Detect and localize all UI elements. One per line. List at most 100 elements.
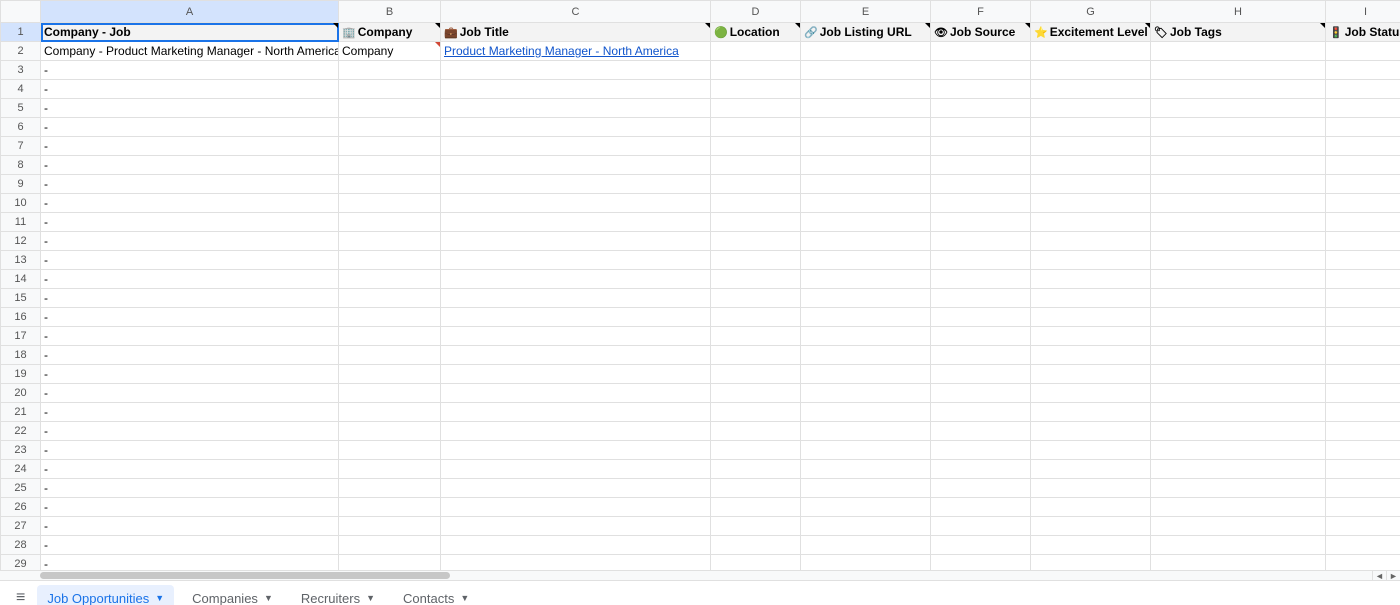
cell-I13[interactable] (1326, 251, 1400, 270)
col-header-F[interactable]: F (931, 1, 1031, 23)
cell-I22[interactable] (1326, 422, 1400, 441)
all-sheets-menu-icon[interactable]: ≡ (8, 585, 33, 605)
col-header-B[interactable]: B (339, 1, 441, 23)
cell-A20[interactable]: - (41, 384, 339, 403)
cell-I10[interactable] (1326, 194, 1400, 213)
cell-E13[interactable] (801, 251, 931, 270)
cell-B4[interactable] (339, 80, 441, 99)
cell-F7[interactable] (931, 137, 1031, 156)
cell-I24[interactable] (1326, 460, 1400, 479)
cell-H22[interactable] (1151, 422, 1326, 441)
cell-I5[interactable] (1326, 99, 1400, 118)
cell-F24[interactable] (931, 460, 1031, 479)
scrollbar-thumb[interactable] (40, 572, 450, 579)
cell-C17[interactable] (441, 327, 711, 346)
cell-F5[interactable] (931, 99, 1031, 118)
cell-H8[interactable] (1151, 156, 1326, 175)
cell-D10[interactable] (711, 194, 801, 213)
cell-G20[interactable] (1031, 384, 1151, 403)
cell-A26[interactable]: - (41, 498, 339, 517)
cell-D25[interactable] (711, 479, 801, 498)
cell-F1[interactable]: 👁Job Source (931, 23, 1031, 42)
cell-D3[interactable] (711, 61, 801, 80)
cell-E4[interactable] (801, 80, 931, 99)
row-header-16[interactable]: 16 (1, 308, 41, 327)
row-header-27[interactable]: 27 (1, 517, 41, 536)
cell-A23[interactable]: - (41, 441, 339, 460)
cell-H21[interactable] (1151, 403, 1326, 422)
cell-A7[interactable]: - (41, 137, 339, 156)
cell-D15[interactable] (711, 289, 801, 308)
cell-F16[interactable] (931, 308, 1031, 327)
cell-G11[interactable] (1031, 213, 1151, 232)
cell-D21[interactable] (711, 403, 801, 422)
cell-B9[interactable] (339, 175, 441, 194)
cell-D1[interactable]: 🟢Location (711, 23, 801, 42)
cell-C26[interactable] (441, 498, 711, 517)
cell-D18[interactable] (711, 346, 801, 365)
scroll-left-icon[interactable]: ◄ (1372, 571, 1386, 581)
cell-G29[interactable] (1031, 555, 1151, 571)
chevron-down-icon[interactable]: ▼ (366, 593, 375, 603)
cell-G14[interactable] (1031, 270, 1151, 289)
cell-H10[interactable] (1151, 194, 1326, 213)
cell-G21[interactable] (1031, 403, 1151, 422)
cell-F13[interactable] (931, 251, 1031, 270)
cell-A17[interactable]: - (41, 327, 339, 346)
cell-I19[interactable] (1326, 365, 1400, 384)
cell-F6[interactable] (931, 118, 1031, 137)
cell-G18[interactable] (1031, 346, 1151, 365)
cell-G9[interactable] (1031, 175, 1151, 194)
row-header-6[interactable]: 6 (1, 118, 41, 137)
cell-E10[interactable] (801, 194, 931, 213)
cell-C3[interactable] (441, 61, 711, 80)
cell-A19[interactable]: - (41, 365, 339, 384)
cell-E16[interactable] (801, 308, 931, 327)
cell-E11[interactable] (801, 213, 931, 232)
cell-F19[interactable] (931, 365, 1031, 384)
cell-E2[interactable] (801, 42, 931, 61)
cell-E25[interactable] (801, 479, 931, 498)
scroll-right-icon[interactable]: ► (1386, 571, 1400, 581)
cell-A27[interactable]: - (41, 517, 339, 536)
cell-B2[interactable]: Company (339, 42, 441, 61)
cell-I27[interactable] (1326, 517, 1400, 536)
cell-H14[interactable] (1151, 270, 1326, 289)
cell-A14[interactable]: - (41, 270, 339, 289)
row-header-4[interactable]: 4 (1, 80, 41, 99)
col-header-C[interactable]: C (441, 1, 711, 23)
sheet-tab-companies[interactable]: Companies▼ (182, 585, 283, 605)
cell-H15[interactable] (1151, 289, 1326, 308)
cell-E5[interactable] (801, 99, 931, 118)
cell-F9[interactable] (931, 175, 1031, 194)
row-header-18[interactable]: 18 (1, 346, 41, 365)
cell-G24[interactable] (1031, 460, 1151, 479)
cell-H7[interactable] (1151, 137, 1326, 156)
col-header-G[interactable]: G (1031, 1, 1151, 23)
cell-A2[interactable]: Company - Product Marketing Manager - No… (41, 42, 339, 61)
cell-A13[interactable]: - (41, 251, 339, 270)
cell-H25[interactable] (1151, 479, 1326, 498)
cell-G8[interactable] (1031, 156, 1151, 175)
cell-C16[interactable] (441, 308, 711, 327)
row-header-28[interactable]: 28 (1, 536, 41, 555)
cell-F17[interactable] (931, 327, 1031, 346)
row-header-26[interactable]: 26 (1, 498, 41, 517)
cell-C7[interactable] (441, 137, 711, 156)
cell-B1[interactable]: 🏢Company (339, 23, 441, 42)
col-header-A[interactable]: A (41, 1, 339, 23)
cell-G26[interactable] (1031, 498, 1151, 517)
cell-D7[interactable] (711, 137, 801, 156)
cell-G1[interactable]: ⭐Excitement Level (1031, 23, 1151, 42)
cell-B13[interactable] (339, 251, 441, 270)
cell-E14[interactable] (801, 270, 931, 289)
cell-C8[interactable] (441, 156, 711, 175)
cell-I25[interactable] (1326, 479, 1400, 498)
cell-H13[interactable] (1151, 251, 1326, 270)
cell-I6[interactable] (1326, 118, 1400, 137)
cell-E6[interactable] (801, 118, 931, 137)
cell-F23[interactable] (931, 441, 1031, 460)
cell-C2[interactable]: Product Marketing Manager - North Americ… (441, 42, 711, 61)
cell-D14[interactable] (711, 270, 801, 289)
cell-I12[interactable] (1326, 232, 1400, 251)
